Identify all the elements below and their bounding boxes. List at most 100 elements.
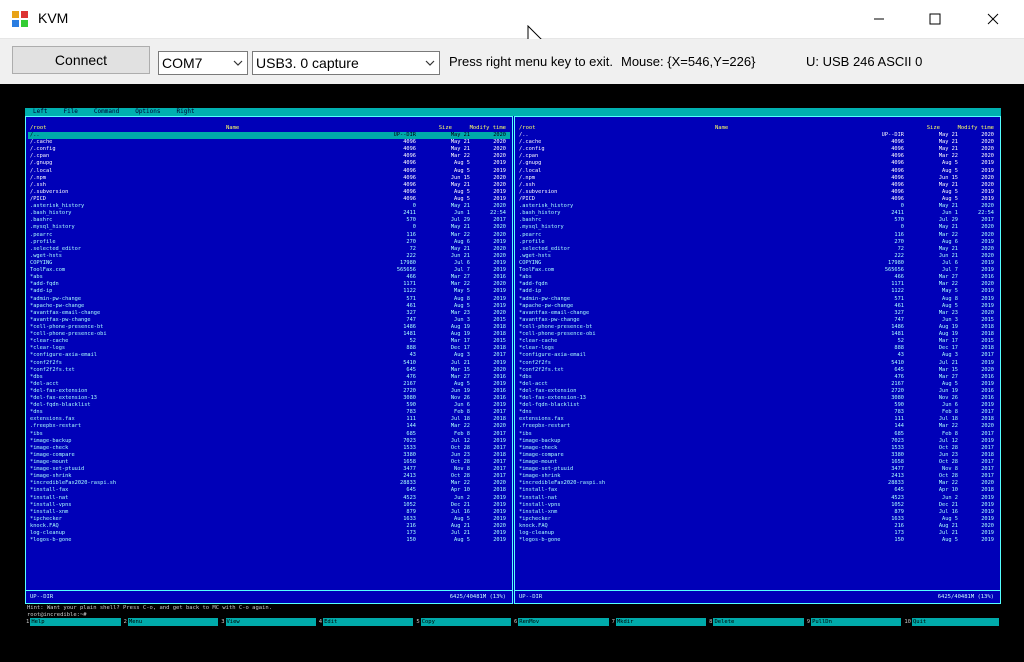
function-key-5[interactable]: 5 Copy — [415, 618, 513, 626]
file-row[interactable]: *install-vpns 1052 Dec 21 2019 — [28, 502, 510, 509]
file-row[interactable]: *install-nat 4523 Jun 2 2019 — [517, 495, 998, 502]
file-row[interactable]: *clear-logs 888 Dec 17 2018 — [28, 345, 510, 352]
file-row[interactable]: .wget-hsts 222 Jun 21 2020 — [28, 253, 510, 260]
file-row[interactable]: /PICD 4096 Aug 5 2019 — [28, 196, 510, 203]
file-row[interactable]: *del-fqdn-blacklist 590 Jun 6 2019 — [517, 402, 998, 409]
file-row[interactable]: knock.FAQ 216 Aug 21 2020 — [28, 523, 510, 530]
file-row[interactable]: *add-ip 1122 May 5 2019 — [517, 288, 998, 295]
function-key-6[interactable]: 6 RenMov — [512, 618, 611, 626]
file-row[interactable]: *image-mount 1658 Oct 28 2017 — [28, 459, 510, 466]
file-row[interactable]: *dbs 476 Mar 27 2016 — [28, 374, 510, 381]
file-row[interactable]: *add-fqdn 1171 Mar 22 2020 — [28, 281, 510, 288]
file-row[interactable]: *clear-cache 52 Mar 17 2015 — [517, 338, 998, 345]
file-row[interactable]: /.subversion 4096 Aug 5 2019 — [28, 189, 510, 196]
file-row[interactable]: .selected_editor 72 May 21 2020 — [517, 246, 998, 253]
file-row[interactable]: *conf2f2fs 5410 Jul 21 2019 — [28, 360, 510, 367]
file-row[interactable]: .bashrc 570 Jul 29 2017 — [28, 217, 510, 224]
file-row[interactable]: *configure-axia-email 43 Aug 3 2017 — [28, 352, 510, 359]
file-row[interactable]: *del-fax-extension 2720 Jun 19 2016 — [517, 388, 998, 395]
file-row[interactable]: /.cpan 4096 Mar 22 2020 — [517, 153, 998, 160]
file-row[interactable]: /.local 4096 Aug 5 2019 — [517, 168, 998, 175]
file-row[interactable]: .bash_history 2411 Jun 1 22:54 — [517, 210, 998, 217]
file-row[interactable]: *cell-phone-presence-obi 1481 Aug 19 2018 — [517, 331, 998, 338]
capture-device-select[interactable]: USB3. 0 capture — [252, 51, 440, 75]
function-key-1[interactable]: 1 Help — [25, 618, 123, 626]
function-key-2[interactable]: 2 Menu — [122, 618, 221, 626]
file-row[interactable]: /.npm 4096 Jun 15 2020 — [28, 175, 510, 182]
file-row[interactable]: *image-compare 3380 Jun 23 2018 — [28, 452, 510, 459]
function-key-3[interactable]: 3 View — [220, 618, 318, 626]
file-row[interactable]: /.ssh 4096 May 21 2020 — [517, 182, 998, 189]
file-row[interactable]: *del-fax-extension-13 3080 Nov 26 2016 — [28, 395, 510, 402]
file-row[interactable]: *install-nat 4523 Jun 2 2019 — [28, 495, 510, 502]
left-panel[interactable]: /root Name Size Modify time /.. UP--DIR Ma… — [25, 116, 513, 604]
mc-menu-left[interactable]: Left — [33, 108, 47, 116]
file-row[interactable]: *cell-phone-presence-bt 1486 Aug 19 2018 — [28, 324, 510, 331]
file-row[interactable]: /.gnupg 4096 Aug 5 2019 — [517, 160, 998, 167]
file-row[interactable]: /.cpan 4096 Mar 22 2020 — [28, 153, 510, 160]
file-row[interactable]: *add-fqdn 1171 Mar 22 2020 — [517, 281, 998, 288]
file-row[interactable]: *install-fax 645 Apr 10 2018 — [517, 487, 998, 494]
file-row[interactable]: *image-shrink 2413 Oct 28 2017 — [517, 473, 998, 480]
file-row[interactable]: *ipchecker 1633 Aug 5 2019 — [28, 516, 510, 523]
function-key-7[interactable]: 7 Mkdir — [610, 618, 709, 626]
file-row[interactable]: *avantfax-pw-change 747 Jun 3 2015 — [517, 317, 998, 324]
file-row[interactable]: .profile 270 Aug 6 2019 — [517, 239, 998, 246]
file-row[interactable]: .wget-hsts 222 Jun 21 2020 — [517, 253, 998, 260]
port-select[interactable]: COM7 — [158, 51, 248, 75]
file-row[interactable]: *incredibleFax2020-raspi.sh 28833 Mar 22 20… — [28, 480, 510, 487]
file-row[interactable]: .mysql_history 0 May 21 2020 — [28, 224, 510, 231]
file-row[interactable]: /.config 4096 May 21 2020 — [517, 146, 998, 153]
file-row[interactable]: .pearrc 116 Mar 22 2020 — [517, 232, 998, 239]
function-key-8[interactable]: 8 Delete — [708, 618, 806, 626]
file-row[interactable]: *install-vpns 1052 Dec 21 2019 — [517, 502, 998, 509]
file-row[interactable]: *del-acct 2167 Aug 5 2019 — [28, 381, 510, 388]
connect-button[interactable]: Connect — [12, 46, 150, 74]
file-row[interactable]: *dns 783 Feb 8 2017 — [28, 409, 510, 416]
file-row[interactable]: *ibs 685 Feb 8 2017 — [517, 431, 998, 438]
file-row[interactable]: .bashrc 570 Jul 29 2017 — [517, 217, 998, 224]
close-button[interactable] — [970, 0, 1016, 38]
file-row[interactable]: .selected_editor 72 May 21 2020 — [28, 246, 510, 253]
file-row[interactable]: COPYING 17980 Jul 6 2019 — [517, 260, 998, 267]
file-row[interactable]: *image-mount 1658 Oct 28 2017 — [517, 459, 998, 466]
file-row[interactable]: *install-xnm 879 Jul 16 2019 — [517, 509, 998, 516]
file-row[interactable]: *ibs 685 Feb 8 2017 — [28, 431, 510, 438]
file-row[interactable]: .asterisk_history 0 May 21 2020 — [517, 203, 998, 210]
file-row[interactable]: .pearrc 116 Mar 22 2020 — [28, 232, 510, 239]
file-row[interactable]: *add-ip 1122 May 5 2019 — [28, 288, 510, 295]
file-row[interactable]: *configure-axia-email 43 Aug 3 2017 — [517, 352, 998, 359]
file-row[interactable]: *conf2f2fs.txt 645 Mar 15 2020 — [28, 367, 510, 374]
file-row[interactable]: *ipchecker 1633 Aug 5 2019 — [517, 516, 998, 523]
file-row[interactable]: *avantfax-email-change 327 Mar 23 2020 — [28, 310, 510, 317]
file-row[interactable]: *cell-phone-presence-obi 1481 Aug 19 2018 — [28, 331, 510, 338]
file-row[interactable]: *del-fqdn-blacklist 590 Jun 6 2019 — [28, 402, 510, 409]
minimize-button[interactable] — [856, 0, 902, 38]
file-row[interactable]: log-cleanup 173 Jul 21 2019 — [28, 530, 510, 537]
file-row[interactable]: .mysql_history 0 May 21 2020 — [517, 224, 998, 231]
file-row[interactable]: *dns 783 Feb 8 2017 — [517, 409, 998, 416]
file-row[interactable]: .freepbx-restart 144 Mar 22 2020 — [517, 423, 998, 430]
file-row[interactable]: *apache-pw-change 461 Aug 5 2019 — [28, 303, 510, 310]
file-row[interactable]: /.local 4096 Aug 5 2019 — [28, 168, 510, 175]
file-row[interactable]: *image-check 1533 Oct 28 2017 — [28, 445, 510, 452]
file-row[interactable]: *del-acct 2167 Aug 5 2019 — [517, 381, 998, 388]
file-row[interactable]: *image-backup 7023 Jul 12 2019 — [517, 438, 998, 445]
function-key-4[interactable]: 4 Edit — [317, 618, 416, 626]
file-row[interactable]: knock.FAQ 216 Aug 21 2020 — [517, 523, 998, 530]
file-row[interactable]: *admin-pw-change 571 Aug 8 2019 — [28, 296, 510, 303]
file-row[interactable]: /.. UP--DIR May 21 2020 — [517, 132, 998, 139]
file-row[interactable]: /.cache 4096 May 21 2020 — [517, 139, 998, 146]
file-row[interactable]: *image-shrink 2413 Oct 28 2017 — [28, 473, 510, 480]
file-row[interactable]: /.gnupg 4096 Aug 5 2019 — [28, 160, 510, 167]
file-row[interactable]: *logos-b-gone 150 Aug 5 2019 — [517, 537, 998, 544]
file-row[interactable]: /.config 4096 May 21 2020 — [28, 146, 510, 153]
file-row[interactable]: /.subversion 4096 Aug 5 2019 — [517, 189, 998, 196]
file-row[interactable]: *abs 466 Mar 27 2016 — [517, 274, 998, 281]
file-row[interactable]: extensions.fax 111 Jul 18 2018 — [517, 416, 998, 423]
file-row[interactable]: *clear-logs 888 Dec 17 2018 — [517, 345, 998, 352]
file-row[interactable]: *clear-cache 52 Mar 17 2015 — [28, 338, 510, 345]
file-row[interactable]: *admin-pw-change 571 Aug 8 2019 — [517, 296, 998, 303]
mc-menu-right[interactable]: Right — [177, 108, 195, 116]
file-row[interactable]: ToolFax.com 565656 Jul 7 2019 — [517, 267, 998, 274]
